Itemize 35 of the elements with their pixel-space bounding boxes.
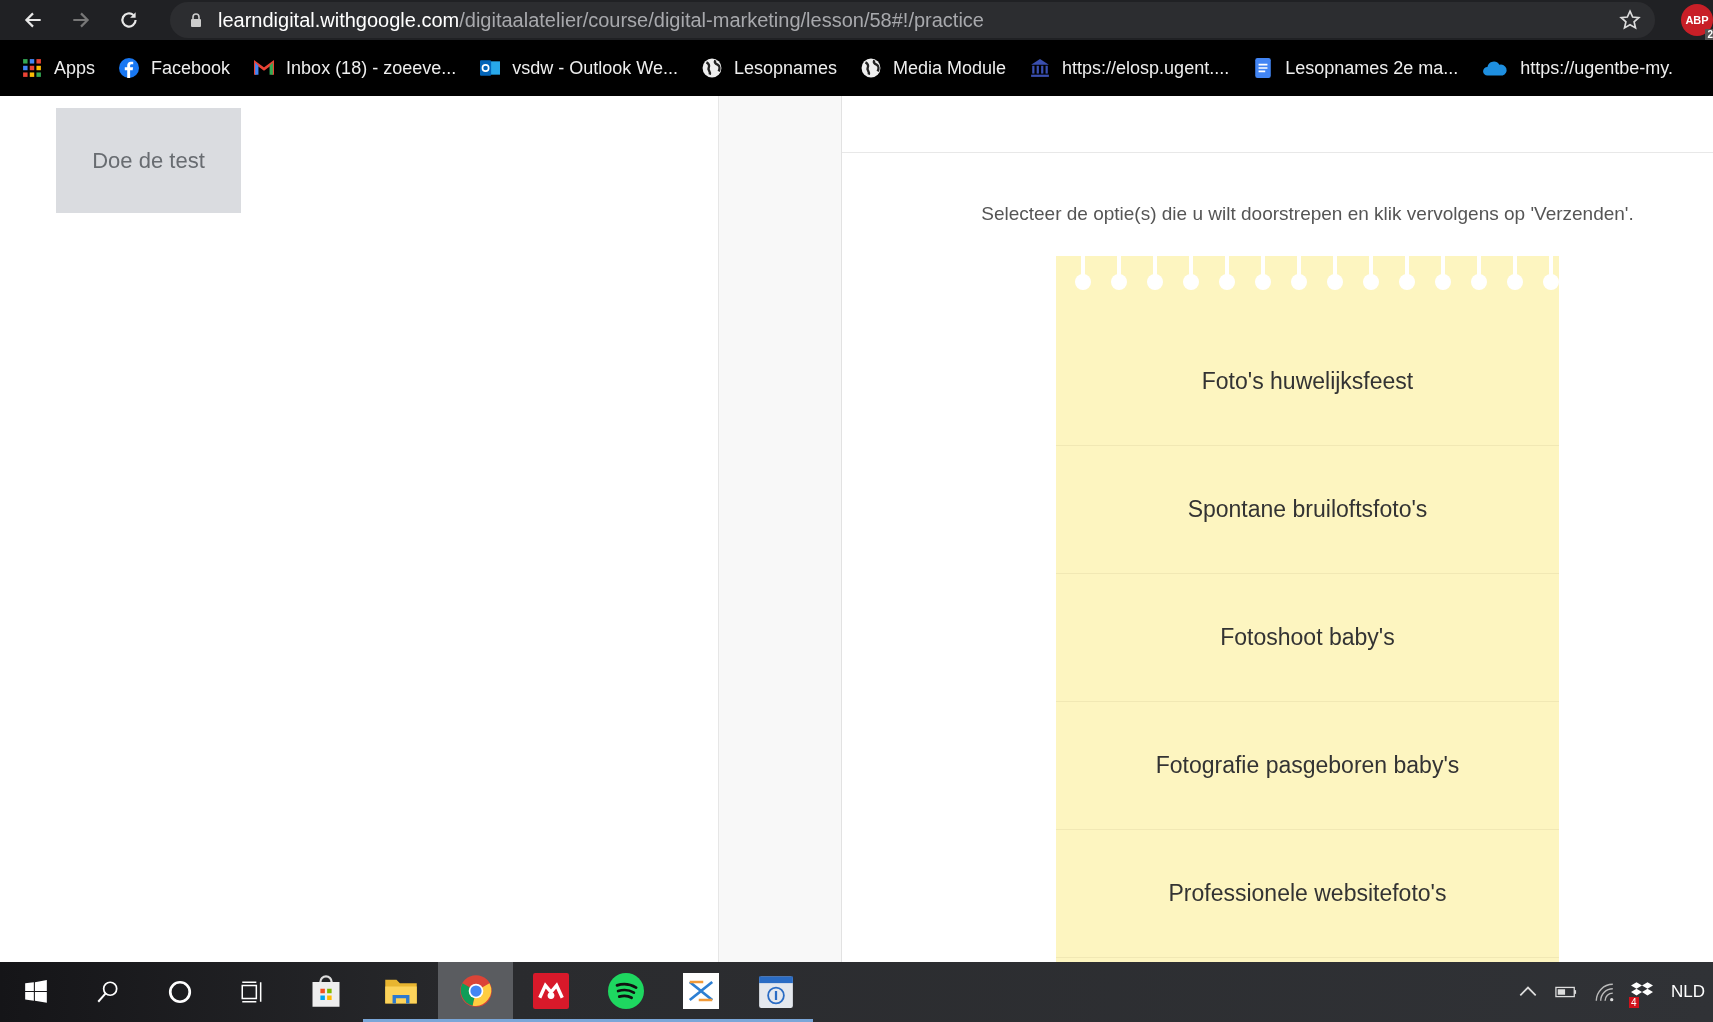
logo-tile-icon [682,972,719,1009]
option-item[interactable]: Fotografie pasgeboren baby's [1056,702,1559,830]
chrome-icon [457,972,494,1009]
option-item[interactable]: Foto's huwelijksfeest [1056,318,1559,446]
outlook-icon [480,58,501,78]
bookmark-link[interactable]: https://elosp.ugent.... [1030,57,1230,79]
address-bar[interactable]: learndigital.withgoogle.com/digitaalatelier/course/digital-marketing/lesson/58#!/practice [170,2,1655,38]
lock-icon [190,13,202,27]
apps-grid-icon [22,58,42,78]
option-item[interactable]: Professionele websitefoto's [1056,830,1559,958]
bookmark-link[interactable]: Lesopnames [701,57,837,79]
notification-badge: 4 [1629,997,1639,1008]
wifi-icon[interactable] [1593,981,1615,1003]
globe-icon [861,58,881,78]
extension-badge: 2 [1705,29,1713,40]
reload-icon[interactable] [118,9,140,31]
bookmark-link[interactable]: https://ugentbe-my. [1482,57,1673,79]
building-icon [1030,58,1051,78]
globe-icon [701,58,722,78]
instruction-text: Selecteer de optie(s) die u wilt doorstrepen en klik vervolgens op 'Verzenden'. [981,203,1634,225]
bookmark-link[interactable]: Lesopnames 2e ma... [1253,57,1459,79]
option-item[interactable]: Spontane bruiloftsfoto's [1056,446,1559,574]
url-text: learndigital.withgoogle.com/digitaalatelier/course/digital-marketing/lesson/58#!/practice [218,8,985,32]
option-item[interactable]: Fotoshoot baby's [1056,574,1559,702]
document-icon [1253,58,1274,78]
spotify-icon [607,972,644,1009]
language-indicator[interactable]: NLD [1671,982,1705,1002]
bookmark-link[interactable]: Inbox (18) - zoeeve... [254,57,457,79]
bookmark-link[interactable]: Facebook [119,57,231,79]
facebook-icon [119,58,140,78]
bookmark-link[interactable]: vsdw - Outlook We... [480,57,678,79]
bookmark-link[interactable]: Media Module [861,57,1007,79]
mail-icon [254,58,275,78]
bookmark-link[interactable]: Apps [22,57,96,79]
star-icon[interactable] [1619,9,1641,31]
